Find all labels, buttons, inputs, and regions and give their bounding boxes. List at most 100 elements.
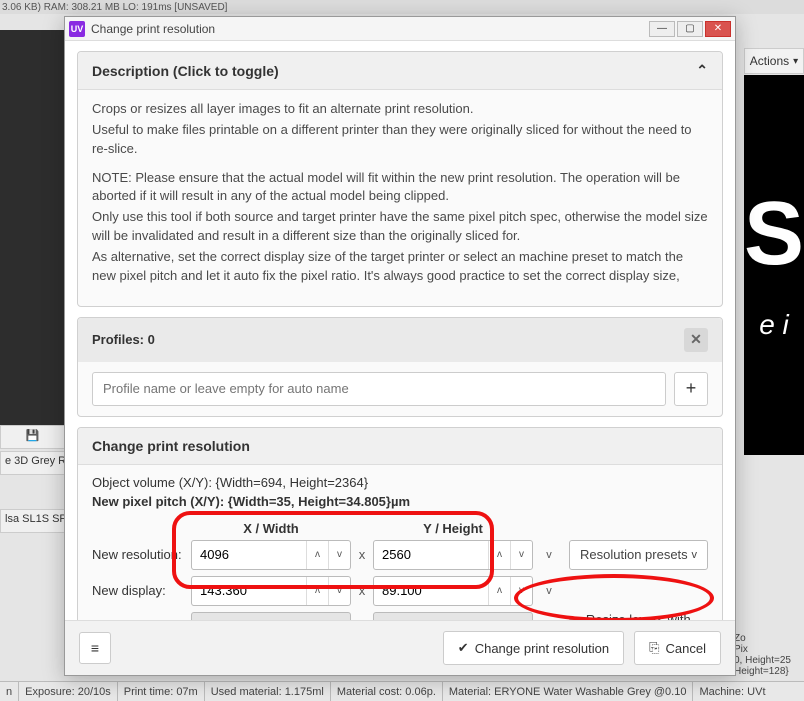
viewport-3d[interactable]: [0, 30, 65, 430]
description-body: Crops or resizes all layer images to fit…: [78, 90, 722, 306]
bottom-status-bar: n Exposure: 20/10s Print time: 07m Used …: [0, 681, 804, 701]
description-header-label: Description (Click to toggle): [92, 63, 279, 79]
resolution-presets-label: Resolution presets: [580, 547, 688, 562]
app-icon: UV: [69, 21, 85, 37]
window-minimize-button[interactable]: —: [649, 21, 675, 37]
menu-icon: ≡: [91, 640, 99, 656]
left-btn-1[interactable]: lsa SL1S SP: [0, 509, 65, 533]
description-line: Crops or resizes all layer images to fit…: [92, 100, 708, 119]
cpr-panel: Change print resolution Object volume (X…: [77, 427, 723, 620]
new-display-row: New display: ʌ v x ʌ v: [92, 576, 708, 606]
fix-ratio-x-input: [191, 612, 351, 620]
resize-layers-checkbox-row[interactable]: Resize layers with proposed ratio: [569, 612, 708, 620]
right-status-fragments: Zo Pix 0, Height=25 Height=128}: [734, 633, 804, 677]
spin-down-icon[interactable]: v: [510, 541, 532, 569]
description-panel: Description (Click to toggle) ⌃ Crops or…: [77, 51, 723, 307]
chevron-down-icon: ▾: [793, 56, 798, 67]
spin-up-icon[interactable]: ʌ: [488, 541, 510, 569]
preview-panel: S e i: [744, 75, 804, 455]
profiles-header-label: Profiles: 0: [92, 332, 155, 347]
new-display-x-field[interactable]: [192, 577, 306, 605]
cancel-button-label: Cancel: [666, 641, 706, 656]
status-item: Material: ERYONE Water Washable Grey @0.…: [443, 682, 694, 701]
new-display-x-input[interactable]: ʌ v: [191, 576, 351, 606]
cancel-button[interactable]: ⎘ Cancel: [634, 631, 721, 665]
left-btn-0[interactable]: e 3D Grey R: [0, 451, 65, 475]
chevron-up-icon: ⌃: [696, 62, 708, 79]
resize-layers-label: Resize layers with proposed ratio: [586, 612, 708, 620]
maximize-icon: ▢: [685, 23, 694, 34]
new-resolution-x-input[interactable]: ʌ v: [191, 540, 351, 570]
object-volume-line: Object volume (X/Y): {Width=694, Height=…: [92, 475, 708, 490]
description-line: Only use this tool if both source and ta…: [92, 208, 708, 246]
confirm-button[interactable]: ✔ Change print resolution: [443, 631, 624, 665]
fix-ratio-y-field: [374, 613, 532, 620]
fix-pixel-ratio-row: Fix pixel ratio: x Resize layers with pr…: [92, 612, 708, 620]
x-separator: x: [355, 583, 369, 598]
profiles-close-button[interactable]: ✕: [684, 328, 708, 352]
status-item: Machine: UVt: [693, 682, 771, 701]
confirm-button-label: Change print resolution: [475, 641, 609, 656]
save-icon[interactable]: 💾: [0, 425, 65, 449]
new-resolution-row: New resolution: ʌ v x ʌ v: [92, 540, 708, 570]
col-header-xw: X / Width: [191, 521, 351, 536]
profile-name-input[interactable]: [92, 372, 666, 406]
spin-up-icon[interactable]: ʌ: [306, 577, 328, 605]
new-display-y-input[interactable]: ʌ v: [373, 576, 533, 606]
exit-icon: ⎘: [649, 640, 659, 656]
chevron-down-icon: v: [692, 549, 698, 561]
close-icon: ✕: [690, 331, 702, 348]
spin-down-icon[interactable]: v: [328, 541, 350, 569]
col-header-yh: Y / Height: [373, 521, 533, 536]
left-side-buttons: 💾 e 3D Grey R lsa SL1S SP: [0, 425, 65, 535]
change-print-resolution-dialog: UV Change print resolution — ▢ ✕ Descrip…: [64, 16, 736, 676]
spin-down-icon[interactable]: v: [510, 577, 532, 605]
profiles-header: Profiles: 0 ✕: [78, 318, 722, 362]
description-header[interactable]: Description (Click to toggle) ⌃: [78, 52, 722, 90]
dialog-title: Change print resolution: [91, 22, 215, 36]
window-maximize-button[interactable]: ▢: [677, 21, 703, 37]
close-icon: ✕: [714, 23, 722, 34]
new-resolution-x-field[interactable]: [192, 541, 306, 569]
minimize-icon: —: [657, 23, 667, 34]
plus-icon: +: [686, 378, 697, 399]
spin-up-icon[interactable]: ʌ: [306, 541, 328, 569]
new-resolution-label: New resolution:: [92, 547, 187, 562]
description-line: Useful to make files printable on a diff…: [92, 121, 708, 159]
dialog-footer: ≡ ✔ Change print resolution ⎘ Cancel: [65, 620, 735, 675]
app-status-bar: 3.06 KB) RAM: 308.21 MB LO: 191ms [UNSAV…: [0, 0, 804, 14]
status-item: Used material: 1.175ml: [205, 682, 331, 701]
cpr-header: Change print resolution: [78, 428, 722, 465]
new-resolution-y-input[interactable]: ʌ v: [373, 540, 533, 570]
description-line: As alternative, set the correct display …: [92, 248, 708, 286]
spin-up-icon[interactable]: ʌ: [488, 577, 510, 605]
check-icon: ✔: [458, 640, 469, 656]
preview-glyph-big: S: [744, 189, 804, 279]
status-item: Print time: 07m: [118, 682, 205, 701]
profiles-panel: Profiles: 0 ✕ +: [77, 317, 723, 417]
profile-add-button[interactable]: +: [674, 372, 708, 406]
status-item: n: [0, 682, 19, 701]
dialog-titlebar[interactable]: UV Change print resolution — ▢ ✕: [65, 17, 735, 41]
chevron-down-icon[interactable]: v: [537, 576, 561, 606]
chevron-down-icon[interactable]: v: [537, 540, 561, 570]
new-resolution-y-field[interactable]: [374, 541, 488, 569]
spin-down-icon[interactable]: v: [328, 577, 350, 605]
status-item: Exposure: 20/10s: [19, 682, 118, 701]
resolution-presets-select[interactable]: Resolution presets v: [569, 540, 708, 570]
actions-dropdown[interactable]: Actions ▾: [744, 48, 804, 74]
preview-glyph-small: e i: [759, 309, 789, 341]
new-display-y-field[interactable]: [374, 577, 488, 605]
x-separator: x: [355, 547, 369, 562]
window-close-button[interactable]: ✕: [705, 21, 731, 37]
new-display-label: New display:: [92, 583, 187, 598]
footer-menu-button[interactable]: ≡: [79, 632, 111, 664]
status-item: Material cost: 0.06p.: [331, 682, 443, 701]
app-status-text: 3.06 KB) RAM: 308.21 MB LO: 191ms [UNSAV…: [2, 2, 227, 13]
fix-ratio-y-input: [373, 612, 533, 620]
actions-label: Actions: [750, 54, 789, 68]
fix-ratio-x-field: [192, 613, 350, 620]
description-line: NOTE: Please ensure that the actual mode…: [92, 169, 708, 207]
cpr-header-label: Change print resolution: [92, 438, 250, 454]
pixel-pitch-line: New pixel pitch (X/Y): {Width=35, Height…: [92, 494, 708, 509]
